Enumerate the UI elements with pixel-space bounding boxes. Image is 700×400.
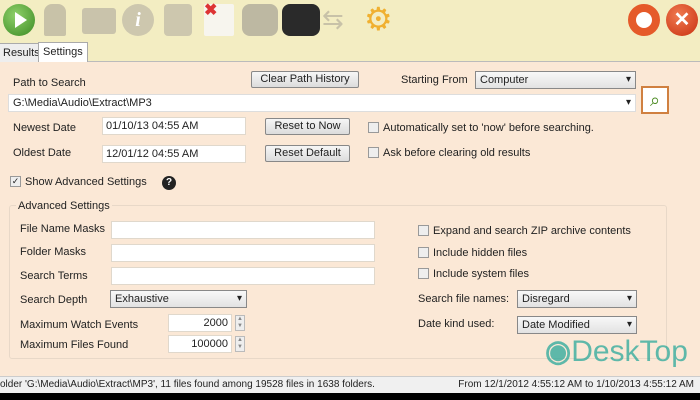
zip-label: Expand and search ZIP archive contents (433, 225, 631, 237)
max-files-label: Maximum Files Found (20, 339, 129, 351)
folder-masks-label: Folder Masks (20, 246, 87, 258)
tab-settings[interactable]: Settings (38, 42, 88, 63)
reset-to-now-button[interactable]: Reset to Now (265, 118, 350, 135)
help-icon[interactable]: ? (162, 176, 176, 190)
starting-from-select[interactable]: Computer (475, 71, 636, 89)
file-masks-label: File Name Masks (20, 223, 105, 235)
show-advanced-checkbox[interactable]: ✓ (10, 176, 21, 187)
zip-checkbox[interactable] (418, 225, 429, 236)
auto-now-label: Automatically set to 'now' before search… (383, 122, 594, 134)
show-advanced-label: Show Advanced Settings (25, 176, 147, 188)
status-bar: older 'G:\Media\Audio\Extract\MP3', 11 f… (0, 376, 700, 393)
newest-date-label: Newest Date (13, 122, 76, 134)
search-icon[interactable]: ⌕ (641, 86, 669, 114)
status-left: older 'G:\Media\Audio\Extract\MP3', 11 f… (0, 379, 375, 390)
swap-arrows-icon[interactable]: ⇆ (322, 4, 356, 36)
advanced-settings-title: Advanced Settings (16, 199, 112, 213)
clear-path-history-button[interactable]: Clear Path History (251, 71, 359, 88)
play-icon[interactable] (3, 4, 35, 36)
toolbar: i ✖ ⇆ ⚙ ✕ (0, 0, 700, 42)
max-watch-label: Maximum Watch Events (20, 319, 139, 331)
hidden-files-checkbox[interactable] (418, 247, 429, 258)
ask-clear-checkbox[interactable] (368, 147, 379, 158)
search-depth-select[interactable]: Exhaustive (110, 290, 247, 308)
binoculars-icon[interactable] (282, 4, 320, 36)
starting-from-label: Starting From (401, 74, 468, 86)
lifebuoy-icon[interactable] (628, 4, 660, 36)
settings-panel: Path to Search Clear Path History Starti… (0, 62, 700, 376)
system-files-checkbox[interactable] (418, 268, 429, 279)
rocket-icon[interactable] (44, 4, 66, 36)
system-files-label: Include system files (433, 268, 529, 280)
max-watch-spinner[interactable]: ▲ ▼ (235, 315, 245, 331)
search-names-label: Search file names: (418, 293, 510, 305)
search-names-select[interactable]: Disregard (517, 290, 637, 308)
delete-document-icon[interactable]: ✖ (204, 3, 234, 36)
folder-icon[interactable] (82, 8, 116, 34)
date-kind-label: Date kind used: (418, 318, 495, 330)
close-icon[interactable]: ✕ (666, 4, 698, 36)
search-depth-label: Search Depth (20, 294, 88, 306)
status-right: From 12/1/2012 4:55:12 AM to 1/10/2013 4… (458, 379, 694, 390)
oldest-date-label: Oldest Date (13, 147, 72, 159)
date-kind-select[interactable]: Date Modified (517, 316, 637, 334)
max-watch-input[interactable]: 2000 (168, 314, 232, 332)
oldest-date-picker[interactable]: 12/01/12 04:55 AM (102, 145, 246, 163)
max-files-spinner[interactable]: ▲ ▼ (235, 336, 245, 352)
search-terms-input[interactable] (111, 267, 375, 285)
clipboard-icon[interactable] (164, 4, 192, 36)
tab-bar: Results Settings (0, 40, 700, 63)
reset-default-button[interactable]: Reset Default (265, 145, 350, 162)
max-files-input[interactable]: 100000 (168, 335, 232, 353)
newest-date-picker[interactable]: 01/10/13 04:55 AM (102, 117, 246, 135)
info-icon[interactable]: i (122, 4, 154, 36)
auto-now-checkbox[interactable] (368, 122, 379, 133)
watermark-logo: ◉DeskTop (545, 335, 688, 368)
binoculars-disabled-icon (242, 4, 278, 36)
ask-clear-label: Ask before clearing old results (383, 147, 531, 159)
folder-masks-input[interactable] (111, 244, 375, 262)
search-terms-label: Search Terms (20, 270, 88, 282)
path-label: Path to Search (13, 77, 86, 89)
hidden-files-label: Include hidden files (433, 247, 528, 259)
path-combobox[interactable]: G:\Media\Audio\Extract\MP3 (8, 94, 636, 112)
gear-icon[interactable]: ⚙ (364, 3, 396, 36)
file-masks-input[interactable] (111, 221, 375, 239)
